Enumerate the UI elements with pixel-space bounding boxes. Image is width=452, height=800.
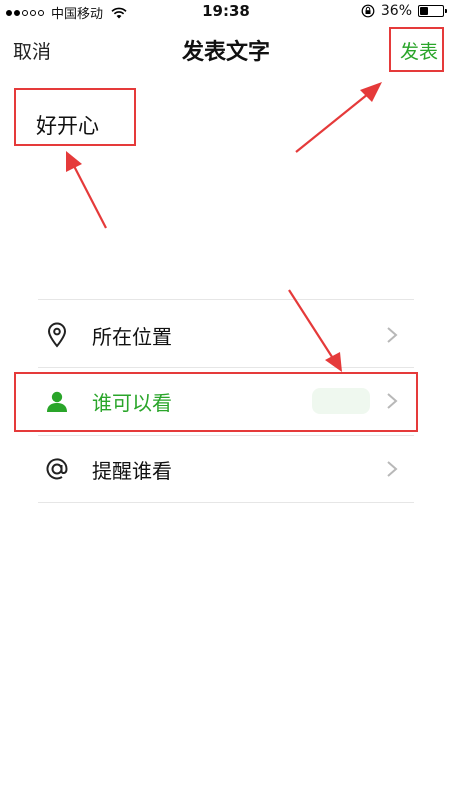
status-right: 36% <box>361 3 447 19</box>
chevron-right-icon <box>387 327 398 343</box>
status-bar: 中国移动 19:38 36% <box>0 0 452 22</box>
navigation-bar: 取消 发表文字 发表 <box>0 22 452 74</box>
battery-icon <box>418 5 447 17</box>
list-divider <box>38 299 414 300</box>
annotation-box-visibility <box>14 372 418 432</box>
page-title: 发表文字 <box>181 40 270 65</box>
battery-percent: 36% <box>380 3 412 19</box>
list-divider <box>38 502 414 503</box>
annotation-arrow-post <box>295 82 382 153</box>
at-sign-icon <box>44 456 70 482</box>
rotation-lock-icon <box>361 4 375 18</box>
annotation-box-post <box>389 27 444 72</box>
location-pin-icon <box>44 322 70 348</box>
option-location[interactable]: 所在位置 <box>36 302 416 368</box>
annotation-box-text <box>14 88 136 146</box>
option-mention[interactable]: 提醒谁看 <box>36 436 416 502</box>
option-mention-label: 提醒谁看 <box>92 458 172 483</box>
annotation-arrow-text <box>66 151 107 229</box>
chevron-right-icon <box>387 461 398 477</box>
option-location-label: 所在位置 <box>92 324 172 349</box>
